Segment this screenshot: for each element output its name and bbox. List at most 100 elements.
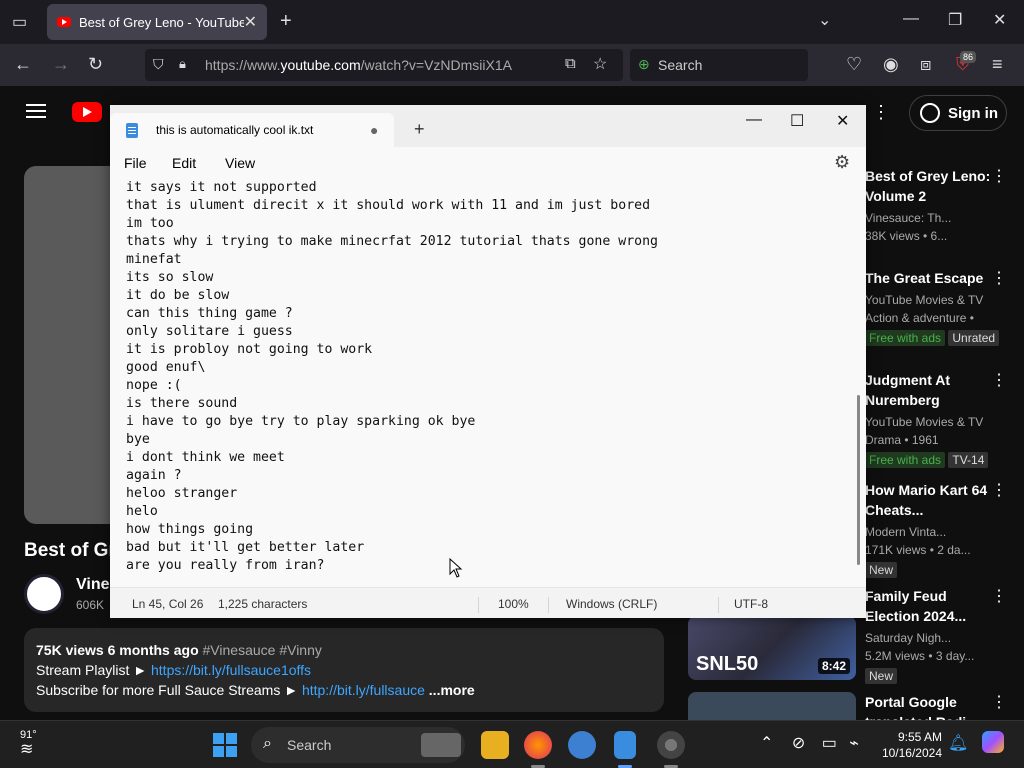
new-tab-button[interactable]: + [280,10,292,33]
video-title: Best of Grey Leno: Volume 2 [24,540,110,561]
more-options-icon[interactable]: ⋮ [991,370,1007,390]
channel-name[interactable]: Vinesauce [76,576,110,594]
clock[interactable]: 9:55 AM 10/16/2024 [878,729,942,761]
extension-badge: 86 [960,51,977,63]
youtube-logo-icon[interactable] [72,102,102,122]
menu-view[interactable]: View [225,155,255,171]
copilot-icon[interactable] [982,731,1004,753]
browser-tab-bar: ▭ Best of Grey Leno - YouTube ✕ + ⌄ — ❐ … [0,0,1024,44]
lock-icon[interactable]: 🔒︎ [179,56,186,72]
recommendation-item[interactable]: Best of Grey Leno: Volume 2 Vinesauce: T… [865,166,1007,245]
recommendation-item[interactable]: The Great Escape YouTube Movies & TV Act… [865,268,1007,346]
more-options-icon[interactable]: ⋮ [991,586,1007,606]
text-line: it says it not supported [126,180,317,195]
menu-edit[interactable]: Edit [172,155,196,171]
system-tray: ⌃ ⊘ ▭ ⌁ [760,733,859,753]
recommendation-meta: 5.2M views • 3 day... [865,649,975,663]
back-button[interactable]: ← [14,54,32,75]
text-line: heloo stranger [126,486,238,501]
restore-window-button[interactable]: ❐ [948,10,962,30]
notepad-menu-bar: File Edit View ⚙ [110,147,866,179]
close-window-button[interactable]: ✕ [993,10,1006,30]
text-line: are you really from iran? [126,558,325,573]
recommendation-item[interactable]: Family Feud Election 2024... Saturday Ni… [865,586,1007,684]
battery-icon[interactable]: ⌁ [849,735,859,752]
minimize-window-button[interactable]: — [903,10,919,28]
more-options-icon[interactable]: ⋮ [991,166,1007,186]
menu-file[interactable]: File [124,155,147,171]
maximize-button[interactable]: ☐ [790,111,804,131]
more-options-icon[interactable]: ⋮ [872,102,890,123]
notepad-text-area[interactable]: it says it not supported that is ulument … [110,179,856,585]
settings-gear-icon[interactable]: ⚙ [834,152,850,173]
browser-tab-title: Best of Grey Leno - YouTube [79,14,244,30]
text-line: again ? [126,468,182,483]
notepad-title-bar[interactable]: this is automatically cool ik.txt ● + — … [110,105,866,147]
free-with-ads-badge: Free with ads [865,452,946,468]
close-tab-icon[interactable]: ✕ [244,12,257,32]
notepad-taskbar-icon[interactable] [614,731,636,759]
picture-in-picture-icon[interactable]: ⧉ [565,55,576,72]
video-description[interactable]: 75K views 6 months ago #Vinesauce #Vinny… [24,628,664,712]
close-button[interactable]: ✕ [836,111,849,131]
extensions-icon[interactable]: ⧈ [920,54,931,75]
new-tab-button[interactable]: + [414,119,425,140]
search-engine-icon: ⊕ [638,56,650,72]
settings-icon[interactable] [657,731,685,759]
shield-icon[interactable]: ⛉ [153,56,164,73]
url-host: youtube.com [280,57,361,73]
recommendation-thumbnail[interactable]: SNL50 8:42 [688,616,856,680]
text-line: how things going [126,522,254,537]
unsaved-indicator-icon[interactable]: ● [370,122,378,138]
channel-avatar[interactable] [24,574,64,614]
display-icon[interactable]: ▭ [822,735,837,752]
hashtags[interactable]: #Vinesauce #Vinny [203,642,322,658]
windows-taskbar: 91° ≋ ⌕ Search ⌃ ⊘ ▭ ⌁ 9:55 AM 10/16/202… [0,720,1024,768]
playlist-link[interactable]: https://bit.ly/fullsauce1offs [151,662,311,678]
network-icon[interactable]: ⊘ [792,735,805,752]
tab-list-icon[interactable]: ▭ [12,12,27,32]
notification-bell-icon[interactable]: 🔔︎ [948,733,968,753]
pocket-icon[interactable]: ♡ [846,54,862,75]
qbittorrent-icon[interactable] [568,731,596,759]
minimize-button[interactable]: — [746,111,762,129]
recommendation-thumbnail[interactable] [688,692,856,720]
web-search-field[interactable]: ⊕ Search [630,49,808,81]
account-icon[interactable]: ◉ [883,54,899,75]
file-explorer-icon[interactable] [481,731,509,759]
show-more-button[interactable]: ...more [429,682,475,698]
address-bar[interactable]: ⛉ 🔒︎ https://www. youtube.com/watch?v=VzN… [145,49,623,81]
show-hidden-icons-icon[interactable]: ⌃ [760,735,773,752]
search-highlight-image [421,733,461,757]
new-badge: New [865,562,898,578]
text-line: bad but it'll get better later [126,540,365,555]
recommendation-item[interactable]: How Mario Kart 64 Cheats... Modern Vinta… [865,480,1007,578]
weather-widget[interactable]: 91° ≋ [20,729,37,759]
more-options-icon[interactable]: ⋮ [991,268,1007,288]
recommendation-item[interactable]: Portal Google translated Radi... ⋮ [865,692,1005,720]
text-line: good enuf\ [126,360,206,375]
taskbar-search[interactable]: ⌕ Search [251,727,465,763]
vertical-scrollbar[interactable] [857,395,860,565]
more-options-icon[interactable]: ⋮ [991,692,1005,712]
video-player[interactable] [24,166,110,524]
menu-icon[interactable]: ≡ [992,54,1003,75]
firefox-icon[interactable] [524,731,552,759]
start-button[interactable] [213,733,237,757]
reload-button[interactable]: ↻ [88,54,103,75]
forward-button[interactable]: → [52,54,70,75]
notepad-file-tab[interactable]: this is automatically cool ik.txt ● [110,113,394,147]
hamburger-menu-icon[interactable] [26,104,46,118]
bookmark-star-icon[interactable]: ☆ [593,54,607,74]
cursor-position: Ln 45, Col 26 [132,597,204,611]
chevron-down-icon[interactable]: ⌄ [818,10,831,30]
subscribe-link[interactable]: http://bit.ly/fullsauce [302,682,425,698]
recommendation-item[interactable]: Judgment At Nuremberg YouTube Movies & T… [865,370,1007,468]
recommendation-title: Family Feud Election 2024... [865,588,967,624]
more-options-icon[interactable]: ⋮ [991,480,1007,500]
sign-in-button[interactable]: Sign in [909,95,1007,131]
browser-tab-youtube[interactable]: Best of Grey Leno - YouTube ✕ [47,4,267,40]
thumbnail-label: SNL50 [696,653,759,675]
user-icon [920,103,940,123]
recommendation-title: How Mario Kart 64 Cheats... [865,482,988,518]
